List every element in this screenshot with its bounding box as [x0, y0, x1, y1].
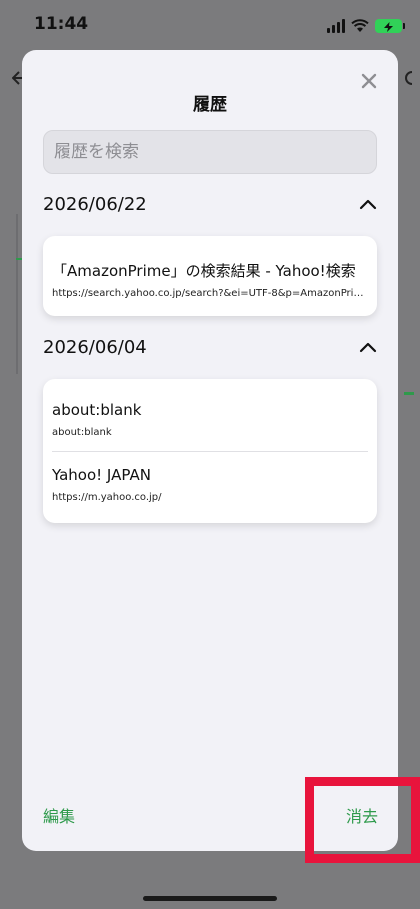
section-date: 2026/06/22 — [43, 193, 147, 215]
modal-title: 履歴 — [193, 95, 227, 115]
status-time: 11:44 — [34, 14, 89, 34]
battery-charging-icon — [375, 19, 405, 33]
chevron-up-icon — [359, 199, 377, 210]
wifi-icon — [351, 19, 369, 32]
history-modal: 履歴 2026/06/22 「AmazonPrime」の検索結果 - Yahoo… — [22, 50, 398, 851]
entry-title: 「AmazonPrime」の検索結果 - Yahoo!検索 — [52, 262, 356, 280]
history-search-input[interactable] — [43, 130, 377, 174]
history-entry[interactable]: 「AmazonPrime」の検索結果 - Yahoo!検索 https://se… — [52, 236, 368, 316]
entry-url: https://m.yahoo.co.jp/ — [52, 492, 162, 503]
history-entry[interactable]: about:blank about:blank — [52, 379, 368, 451]
entry-url: about:blank — [52, 427, 112, 438]
section-header-2026-06-04[interactable]: 2026/06/04 — [43, 333, 377, 361]
home-indicator — [143, 896, 277, 901]
history-card: 「AmazonPrime」の検索結果 - Yahoo!検索 https://se… — [43, 236, 377, 316]
section-date: 2026/06/04 — [43, 336, 147, 358]
history-card: about:blank about:blank Yahoo! JAPAN htt… — [43, 379, 377, 523]
close-icon[interactable] — [358, 70, 380, 92]
section-header-2026-06-22[interactable]: 2026/06/22 — [43, 190, 377, 218]
background-accent-mark — [404, 392, 414, 395]
chevron-up-icon — [359, 342, 377, 353]
history-entry[interactable]: Yahoo! JAPAN https://m.yahoo.co.jp/ — [52, 451, 368, 523]
highlight-box — [305, 777, 420, 863]
gear-icon — [405, 71, 412, 85]
entry-title: Yahoo! JAPAN — [52, 466, 151, 484]
status-bar: 11:44 — [0, 0, 420, 50]
edit-button[interactable]: 編集 — [43, 803, 75, 827]
status-icons — [327, 16, 405, 36]
entry-title: about:blank — [52, 401, 142, 419]
entry-url: https://search.yahoo.co.jp/search?&ei=UT… — [52, 288, 368, 299]
signal-icon — [327, 19, 345, 33]
